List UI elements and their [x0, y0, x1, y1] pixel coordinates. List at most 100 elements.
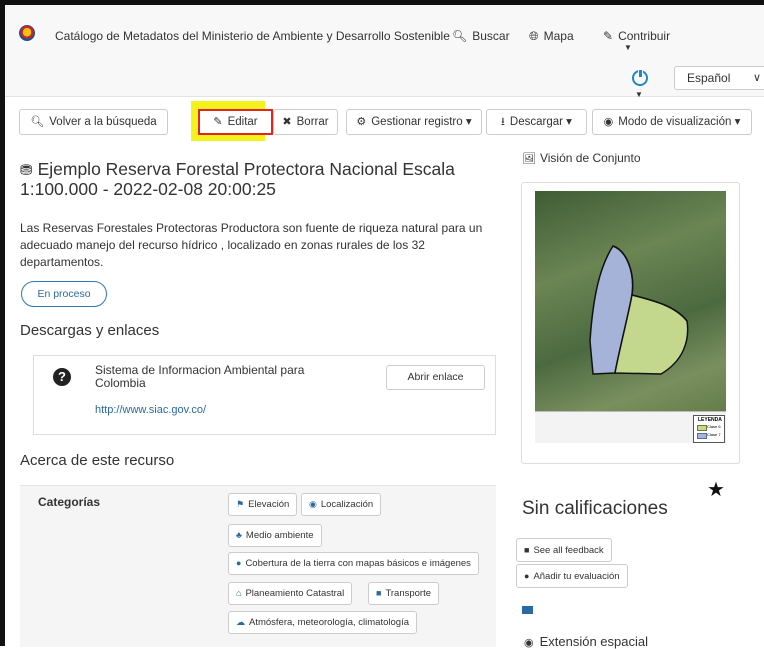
- language-select[interactable]: Español ∨: [674, 66, 764, 90]
- categories-label: Categorías: [38, 495, 101, 509]
- tag-label: Planeamiento Catastral: [245, 588, 345, 599]
- legend-title: LEYENDA: [698, 417, 722, 423]
- home-icon: ⌂: [236, 588, 242, 598]
- categories-box: Categorías ⚑ Elevación ◉ Localización ♣ Med…: [20, 485, 496, 647]
- nav-search-link[interactable]: 🔍︎ Buscar: [452, 29, 510, 43]
- rating-heading: Sin calificaciones: [522, 498, 668, 519]
- legend-item-2: Clase 7: [707, 432, 721, 437]
- add-evaluation-button[interactable]: ● Añadir tu evaluación: [516, 564, 628, 588]
- tag-atmosfera[interactable]: ☁ Atmósfera, meteorología, climatología: [228, 611, 417, 634]
- status-badge: En proceso: [21, 281, 107, 307]
- tag-cobertura[interactable]: ● Cobertura de la tierra con mapas básico…: [228, 552, 479, 575]
- delete-button[interactable]: ✖ Borrar: [273, 109, 338, 135]
- legend-swatch-2: [697, 433, 707, 439]
- view-mode-button[interactable]: ◉ Modo de visualización ▾: [592, 109, 752, 135]
- record-title: ⛃ Ejemplo Reserva Forestal Protectora Nac…: [20, 160, 490, 198]
- tag-label: Localización: [320, 499, 374, 510]
- edit-button[interactable]: ✎ Editar: [198, 109, 273, 135]
- tag-localizacion[interactable]: ◉ Localización: [301, 493, 382, 516]
- edit-label: Editar: [227, 116, 258, 128]
- chevron-down-icon: ∨: [752, 72, 761, 84]
- overview-heading-text: Visión de Conjunto: [539, 151, 641, 165]
- record-abstract: Las Reservas Forestales Protectoras Prod…: [20, 221, 483, 269]
- database-icon: ⛃: [20, 162, 33, 179]
- caret-down-icon: ▾: [465, 116, 472, 128]
- globe-icon: ●: [236, 558, 242, 568]
- map-marker-icon: ◉: [309, 499, 317, 509]
- view-mode-label: Modo de visualización: [618, 116, 732, 128]
- question-icon: ?: [53, 368, 71, 386]
- tag-label: Cobertura de la tierra con mapas básicos…: [245, 558, 471, 569]
- map-legend-strip: LEYENDA Clase 6 Clase 7: [535, 411, 726, 443]
- star-icon[interactable]: ★: [707, 477, 725, 502]
- map-legend-box: LEYENDA Clase 6 Clase 7: [693, 415, 725, 443]
- tag-transporte[interactable]: ■ Transporte: [368, 582, 440, 605]
- add-eval-label: Añadir tu evaluación: [533, 571, 620, 582]
- delete-label: Borrar: [296, 116, 329, 128]
- nav-search-label: Buscar: [472, 29, 510, 43]
- image-icon: 🖼︎: [522, 153, 536, 165]
- search-icon: 🔍︎: [30, 116, 45, 128]
- top-navbar: Catálogo de Metadatos del Ministerio de …: [5, 5, 764, 99]
- record-title-text: Ejemplo Reserva Forestal Protectora Naci…: [20, 159, 455, 199]
- comments-icon: ■: [524, 545, 530, 555]
- manage-label: Gestionar registro: [371, 116, 463, 128]
- tag-label: Atmósfera, meteorología, climatología: [249, 617, 409, 628]
- caret-down-icon: ▾: [734, 116, 741, 128]
- eye-icon: ◉: [603, 116, 614, 128]
- caret-down-icon: ▾: [566, 116, 572, 128]
- ministry-logo-icon[interactable]: [19, 25, 35, 41]
- gear-icon: ⚙: [356, 116, 367, 128]
- see-feedback-label: See all feedback: [533, 545, 604, 556]
- globe-icon: 🌐︎: [529, 29, 539, 43]
- overview-heading: 🖼︎ Visión de Conjunto: [522, 151, 641, 165]
- envelope-icon[interactable]: [522, 606, 533, 614]
- tag-label: Medio ambiente: [245, 530, 314, 541]
- extent-label-text: Extensión espacial: [539, 634, 649, 649]
- spatial-extent-heading: ◉ Extensión espacial: [524, 634, 648, 649]
- nav-map-label: Mapa: [543, 29, 574, 43]
- cloud-icon: ☁: [236, 617, 245, 627]
- tag-label: Transporte: [385, 588, 432, 599]
- back-to-search-button[interactable]: 🔍︎ Volver a la búsqueda: [19, 109, 168, 135]
- tag-label: Elevación: [248, 499, 290, 510]
- legend-item-1: Clase 6: [707, 424, 721, 429]
- legend-swatch-1: [697, 425, 707, 431]
- link-card: ? Sistema de Informacion Ambiental para …: [33, 355, 496, 435]
- navbar-user-row: ▼ Español ∨: [5, 57, 764, 99]
- user-menu-caret-icon: ▼: [635, 90, 643, 99]
- open-link-button[interactable]: Abrir enlace: [386, 365, 485, 390]
- tag-planeamiento[interactable]: ⌂ Planeamiento Catastral: [228, 582, 353, 605]
- link-name: Sistema de Informacion Ambiental para Co…: [95, 363, 305, 390]
- nav-contribute-link[interactable]: ✎ Contribuir: [603, 29, 670, 43]
- map-polygon-svg: [589, 245, 689, 375]
- site-title[interactable]: Catálogo de Metadatos del Ministerio de …: [55, 29, 450, 43]
- search-icon: 🔍︎: [452, 29, 468, 43]
- pencil-icon: ✎: [213, 116, 223, 128]
- navbar-row: Catálogo de Metadatos del Ministerio de …: [5, 5, 764, 57]
- tree-icon: ♣: [236, 530, 242, 540]
- comment-icon: ●: [524, 571, 530, 581]
- manage-record-button[interactable]: ⚙ Gestionar registro ▾: [346, 109, 482, 135]
- download-button[interactable]: ⭳ Descargar ▾: [486, 109, 587, 135]
- flag-icon: ⚑: [236, 499, 245, 509]
- download-label: Descargar: [509, 116, 563, 128]
- link-url[interactable]: http://www.siac.gov.co/: [95, 404, 206, 416]
- language-value: Español: [687, 71, 731, 85]
- tag-medio-ambiente[interactable]: ♣ Medio ambiente: [228, 524, 322, 547]
- download-icon: ⭳: [501, 116, 505, 128]
- power-icon[interactable]: [632, 69, 648, 86]
- pencil-icon: ✎: [603, 29, 614, 43]
- see-feedback-button[interactable]: ■ See all feedback: [516, 538, 612, 562]
- overview-map-image[interactable]: LEYENDA Clase 6 Clase 7: [535, 191, 726, 443]
- close-icon: ✖: [282, 116, 292, 128]
- overview-thumbnail-card[interactable]: LEYENDA Clase 6 Clase 7: [521, 182, 740, 464]
- contribute-caret-icon: ▼: [624, 43, 632, 52]
- downloads-heading: Descargas y enlaces: [20, 322, 160, 339]
- nav-map-link[interactable]: 🌐︎ Mapa: [529, 29, 574, 44]
- map-marker-icon: ◉: [524, 637, 534, 649]
- about-heading: Acerca de este recurso: [20, 452, 175, 469]
- truck-icon: ■: [376, 588, 382, 598]
- tag-elevacion[interactable]: ⚑ Elevación: [228, 493, 298, 516]
- back-label: Volver a la búsqueda: [49, 116, 157, 128]
